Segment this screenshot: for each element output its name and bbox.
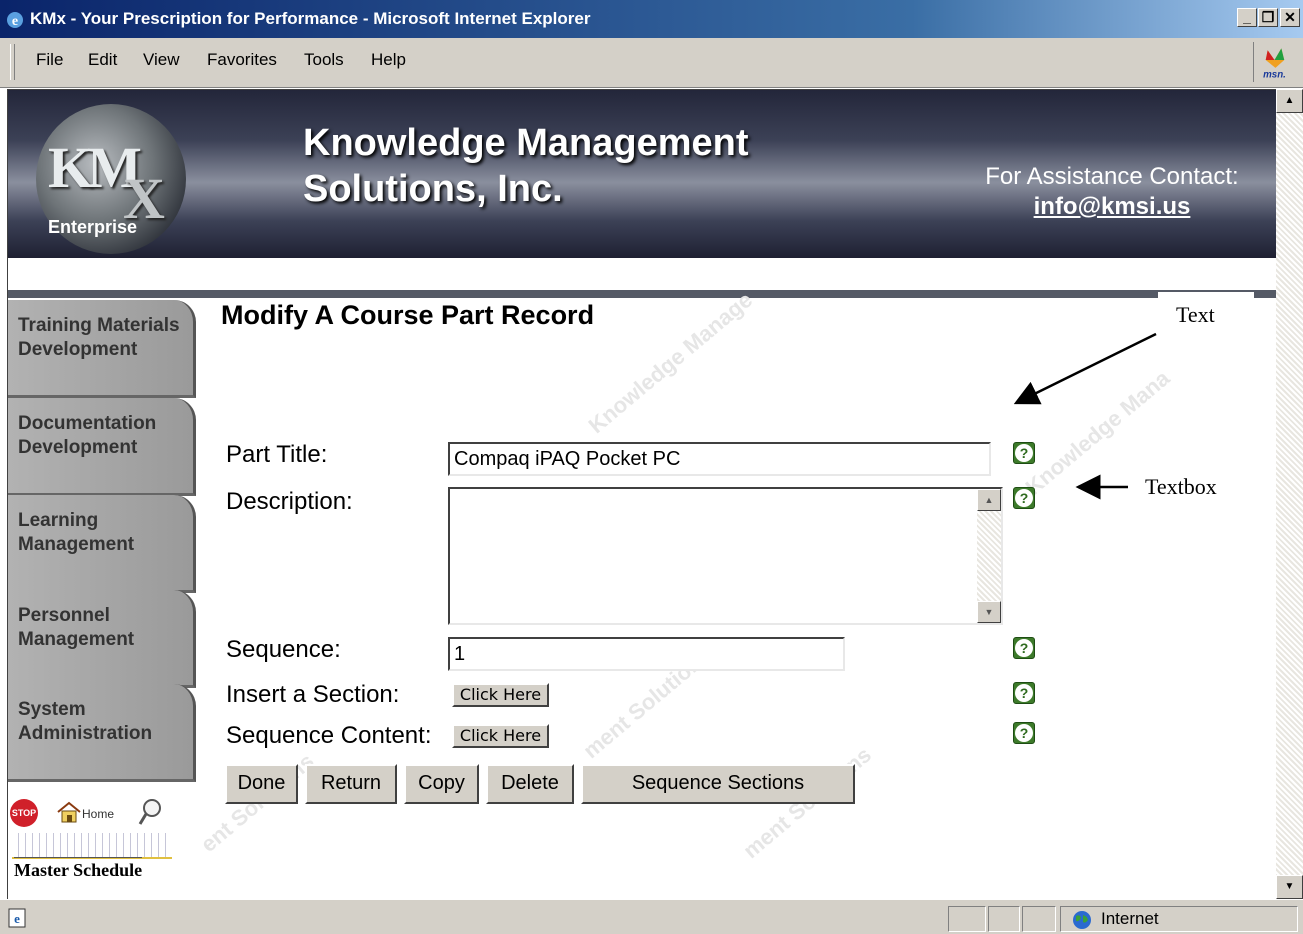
menu-help[interactable]: Help <box>371 50 406 70</box>
msn-logo-icon: msn. <box>1253 42 1286 82</box>
annotation-textbox-label: Textbox <box>1145 474 1217 500</box>
watermark: Knowledge Manage <box>583 287 758 439</box>
description-help-icon[interactable]: ? <box>1013 487 1035 509</box>
sequence-sections-button[interactable]: Sequence Sections <box>581 764 855 804</box>
scroll-down-arrow-icon[interactable]: ▼ <box>1276 875 1303 899</box>
nav-label: Learning Management <box>18 510 135 555</box>
company-name-line1: Knowledge Management <box>303 122 749 164</box>
svg-text:e: e <box>12 14 18 29</box>
part-title-input[interactable]: Compaq iPAQ Pocket PC <box>448 442 991 476</box>
part-title-help-icon[interactable]: ? <box>1013 442 1035 464</box>
toolbar-grip[interactable] <box>10 44 15 80</box>
status-segment <box>988 906 1020 932</box>
company-name: Knowledge Management Solutions, Inc. <box>303 120 749 212</box>
logo-subtitle: Enterprise <box>48 217 138 237</box>
nav-documentation[interactable]: Documentation Development <box>8 398 196 496</box>
minimize-button[interactable]: _ <box>1237 8 1257 27</box>
header-banner: KM X Enterprise Knowledge Management Sol… <box>8 90 1276 258</box>
quick-tools: STOP Home Master Schedule <box>10 795 180 895</box>
page-scrollbar[interactable]: ▲ ▼ <box>1276 89 1303 899</box>
search-icon[interactable] <box>138 798 162 826</box>
home-icon[interactable] <box>56 801 82 823</box>
stop-icon[interactable]: STOP <box>10 799 38 827</box>
annotation-text-label: Text <box>1158 292 1254 332</box>
menu-favorites[interactable]: Favorites <box>207 50 277 70</box>
master-schedule-link[interactable]: Master Schedule <box>14 857 143 881</box>
nav-learning-management[interactable]: Learning Management <box>8 495 196 593</box>
delete-button[interactable]: Delete <box>486 764 574 804</box>
copy-button[interactable]: Copy <box>404 764 479 804</box>
nav-label: Training Materials Development <box>18 315 180 360</box>
assistance-contact: For Assistance Contact: info@kmsi.us <box>976 163 1248 221</box>
company-name-line2: Solutions, Inc. <box>303 168 563 210</box>
sequence-input[interactable]: 1 <box>448 637 845 671</box>
internet-explorer-icon: e <box>7 12 23 29</box>
close-button[interactable]: ✕ <box>1280 8 1300 27</box>
page-title: Modify A Course Part Record <box>221 300 595 330</box>
scroll-down-arrow-icon[interactable]: ▼ <box>977 601 1001 623</box>
status-segment <box>1022 906 1056 932</box>
sequence-content-label: Sequence Content: <box>226 722 432 749</box>
master-schedule-graphic[interactable] <box>12 833 172 859</box>
page-icon: e <box>8 908 26 928</box>
menu-view[interactable]: View <box>143 50 180 70</box>
assistance-label: For Assistance Contact: <box>985 163 1239 190</box>
status-zone <box>1060 906 1298 932</box>
restore-button[interactable]: ❐ <box>1258 8 1278 27</box>
assistance-email-link[interactable]: info@kmsi.us <box>976 193 1248 221</box>
scroll-up-arrow-icon[interactable]: ▲ <box>977 489 1001 511</box>
done-button[interactable]: Done <box>225 764 298 804</box>
insert-section-button[interactable]: Click Here <box>452 683 549 707</box>
header-divider <box>8 290 1276 298</box>
description-textarea[interactable]: ▲ ▼ <box>448 487 1003 625</box>
nav-label: Personnel Management <box>18 605 135 650</box>
sequence-label: Sequence: <box>226 636 341 663</box>
menu-edit[interactable]: Edit <box>88 50 117 70</box>
window-title: KMx - Your Prescription for Performance … <box>30 9 591 28</box>
page-content: KM X Enterprise Knowledge Management Sol… <box>7 89 1276 900</box>
globe-icon <box>1073 911 1091 929</box>
part-title-label: Part Title: <box>226 441 328 468</box>
home-label[interactable]: Home <box>82 807 114 821</box>
insert-section-help-icon[interactable]: ? <box>1013 682 1035 704</box>
nav-label: Documentation Development <box>18 413 157 458</box>
nav-training-materials[interactable]: Training Materials Development <box>8 300 196 398</box>
status-zone-label: Internet <box>1101 909 1159 928</box>
menu-file[interactable]: File <box>36 50 63 70</box>
status-segment <box>948 906 986 932</box>
menu-bar: File Edit View Favorites Tools Help msn. <box>0 38 1303 88</box>
status-bar: e Internet <box>0 899 1303 934</box>
title-bar: e KMx - Your Prescription for Performanc… <box>0 0 1303 38</box>
insert-section-label: Insert a Section: <box>226 681 400 708</box>
menu-tools[interactable]: Tools <box>304 50 344 70</box>
nav-system-administration[interactable]: System Administration <box>8 684 196 782</box>
svg-text:e: e <box>14 911 20 926</box>
svg-text:msn.: msn. <box>1263 70 1286 81</box>
sequence-content-help-icon[interactable]: ? <box>1013 722 1035 744</box>
nav-label: System Administration <box>18 699 153 744</box>
nav-personnel-management[interactable]: Personnel Management <box>8 590 196 688</box>
description-label: Description: <box>226 488 353 515</box>
sequence-help-icon[interactable]: ? <box>1013 637 1035 659</box>
sequence-content-button[interactable]: Click Here <box>452 724 549 748</box>
return-button[interactable]: Return <box>305 764 397 804</box>
scroll-up-arrow-icon[interactable]: ▲ <box>1276 89 1303 113</box>
description-scrollbar[interactable]: ▲ ▼ <box>977 489 1001 623</box>
